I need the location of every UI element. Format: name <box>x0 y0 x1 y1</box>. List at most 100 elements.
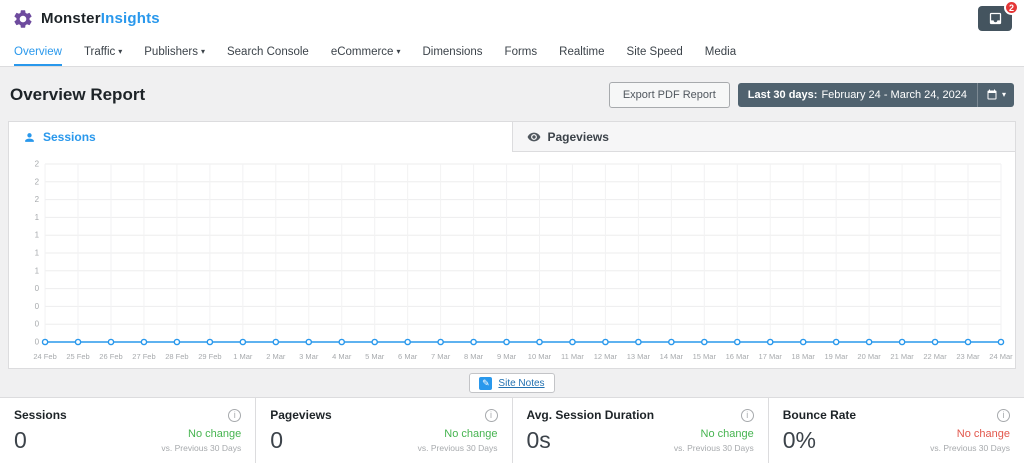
stat-card-sessions: Sessionsi 0 No changevs. Previous 30 Day… <box>0 398 255 463</box>
stats-summary-row: Sessions i 0 No change vs. Previous 30 Day… <box>0 397 1024 463</box>
stat-compare: vs. Previous 30 Days <box>674 443 754 453</box>
chart-tabs: Sessions Pageviews <box>9 122 1015 152</box>
svg-text:0: 0 <box>35 284 40 293</box>
report-nav: Overview Traffic▾ Publishers▾ Search Con… <box>0 37 1024 67</box>
svg-text:3 Mar: 3 Mar <box>299 352 319 361</box>
svg-text:19 Mar: 19 Mar <box>824 352 848 361</box>
stat-compare: vs. Previous 30 Days <box>161 443 241 453</box>
stat-value: 0 <box>14 428 27 453</box>
tab-sessions[interactable]: Sessions <box>9 122 512 152</box>
svg-text:0: 0 <box>35 302 40 311</box>
nav-label: eCommerce <box>331 46 394 58</box>
tab-pageviews-label: Pageviews <box>548 130 609 144</box>
date-range-label: Last 30 days: <box>748 89 818 101</box>
svg-text:15 Mar: 15 Mar <box>693 352 717 361</box>
stat-title: Sessions <box>14 408 67 422</box>
tab-pageviews[interactable]: Pageviews <box>512 122 1016 152</box>
nav-label: Publishers <box>144 46 198 58</box>
svg-text:24 Mar: 24 Mar <box>989 352 1013 361</box>
svg-text:16 Mar: 16 Mar <box>726 352 750 361</box>
chevron-down-icon: ▾ <box>118 48 122 56</box>
nav-item-traffic[interactable]: Traffic▾ <box>84 37 122 66</box>
svg-text:20 Mar: 20 Mar <box>857 352 881 361</box>
report-toolbar: Overview Report Export PDF Report Last 3… <box>10 81 1014 109</box>
svg-text:1: 1 <box>35 213 40 222</box>
info-icon[interactable]: i <box>485 409 498 422</box>
info-icon[interactable]: i <box>997 409 1010 422</box>
svg-text:27 Feb: 27 Feb <box>132 352 155 361</box>
date-picker-toggle[interactable]: ▾ <box>977 83 1014 107</box>
svg-text:17 Mar: 17 Mar <box>759 352 783 361</box>
eye-icon <box>527 130 541 144</box>
main-content: Overview Report Export PDF Report Last 3… <box>0 67 1024 463</box>
svg-text:4 Mar: 4 Mar <box>332 352 352 361</box>
nav-item-realtime[interactable]: Realtime <box>559 37 604 66</box>
stat-title: Pageviews <box>270 408 331 422</box>
svg-text:25 Feb: 25 Feb <box>66 352 89 361</box>
svg-text:11 Mar: 11 Mar <box>561 352 584 361</box>
nav-item-media[interactable]: Media <box>705 37 736 66</box>
stat-change: No change <box>444 428 497 440</box>
svg-text:5 Mar: 5 Mar <box>365 352 385 361</box>
inbox-icon <box>988 11 1003 26</box>
svg-text:26 Feb: 26 Feb <box>99 352 122 361</box>
svg-text:8 Mar: 8 Mar <box>464 352 484 361</box>
svg-text:28 Feb: 28 Feb <box>165 352 188 361</box>
stat-compare: vs. Previous 30 Days <box>930 443 1010 453</box>
svg-text:6 Mar: 6 Mar <box>398 352 418 361</box>
svg-text:2: 2 <box>35 160 40 169</box>
pencil-icon: ✎ <box>479 377 492 390</box>
svg-text:24 Feb: 24 Feb <box>33 352 56 361</box>
svg-text:22 Mar: 22 Mar <box>923 352 947 361</box>
chevron-down-icon: ▾ <box>396 48 400 56</box>
nav-label: Traffic <box>84 46 115 58</box>
svg-text:13 Mar: 13 Mar <box>627 352 651 361</box>
logo-text-insights: Insights <box>101 10 160 27</box>
nav-item-publishers[interactable]: Publishers▾ <box>144 37 205 66</box>
svg-text:0: 0 <box>35 338 40 347</box>
sessions-line-chart: 2221111000024 Feb25 Feb26 Feb27 Feb28 Fe… <box>9 152 1015 368</box>
svg-text:0: 0 <box>35 320 40 329</box>
nav-item-ecommerce[interactable]: eCommerce▾ <box>331 37 401 66</box>
svg-text:18 Mar: 18 Mar <box>792 352 816 361</box>
svg-text:9 Mar: 9 Mar <box>497 352 517 361</box>
top-header: MonsterInsights 2 <box>0 0 1024 37</box>
monsterinsights-logo: MonsterInsights <box>12 8 160 30</box>
nav-item-dimensions[interactable]: Dimensions <box>422 37 482 66</box>
logo-text: MonsterInsights <box>41 10 160 27</box>
svg-text:29 Feb: 29 Feb <box>198 352 221 361</box>
stat-change: No change <box>957 428 1010 440</box>
person-icon <box>23 131 36 144</box>
info-icon[interactable]: i <box>228 409 241 422</box>
logo-text-monster: Monster <box>41 10 101 27</box>
svg-text:14 Mar: 14 Mar <box>660 352 684 361</box>
stat-card-pageviews: Pageviewsi 0 No changevs. Previous 30 Da… <box>255 398 511 463</box>
nav-item-search-console[interactable]: Search Console <box>227 37 309 66</box>
stat-title: Avg. Session Duration <box>527 408 655 422</box>
chevron-down-icon: ▾ <box>1002 91 1006 99</box>
date-range-text: Last 30 days:February 24 - March 24, 202… <box>738 83 977 107</box>
export-pdf-button[interactable]: Export PDF Report <box>609 82 730 108</box>
stat-value: 0 <box>270 428 283 453</box>
stat-value: 0% <box>783 428 816 453</box>
sessions-chart-area: 2221111000024 Feb25 Feb26 Feb27 Feb28 Fe… <box>9 152 1015 368</box>
date-range-button[interactable]: Last 30 days:February 24 - March 24, 202… <box>738 83 1014 107</box>
nav-item-forms[interactable]: Forms <box>505 37 538 66</box>
info-icon[interactable]: i <box>741 409 754 422</box>
calendar-icon <box>986 89 998 101</box>
stat-value: 0s <box>527 428 551 453</box>
toolbar-actions: Export PDF Report Last 30 days:February … <box>609 82 1014 108</box>
nav-item-site-speed[interactable]: Site Speed <box>627 37 683 66</box>
svg-text:1: 1 <box>35 266 40 275</box>
nav-item-overview[interactable]: Overview <box>14 37 62 66</box>
stat-title: Bounce Rate <box>783 408 856 422</box>
overview-chart-card: Sessions Pageviews 2221111000024 Feb25 F… <box>8 121 1016 369</box>
site-notes-row: ✎ Site Notes <box>8 373 1016 393</box>
site-notes-button[interactable]: ✎ Site Notes <box>469 373 554 393</box>
svg-text:1: 1 <box>35 249 40 258</box>
svg-text:2: 2 <box>35 177 40 186</box>
svg-text:10 Mar: 10 Mar <box>528 352 552 361</box>
svg-text:12 Mar: 12 Mar <box>594 352 618 361</box>
page-title: Overview Report <box>10 85 145 105</box>
notifications-button[interactable]: 2 <box>978 6 1012 31</box>
